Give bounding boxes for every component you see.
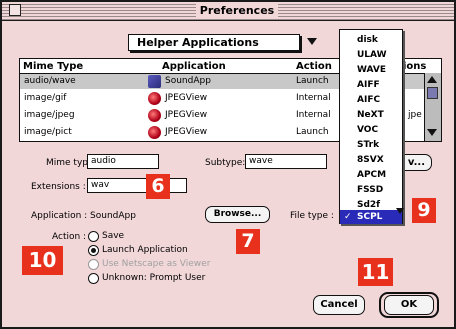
row-app: JPEGView	[165, 93, 208, 103]
radio-unknown-label: Unknown: Prompt User	[102, 273, 206, 283]
column-header-application[interactable]: Application	[162, 61, 226, 72]
category-popup-label: Helper Applications	[137, 36, 259, 49]
menu-item-strk[interactable]: STrk	[340, 138, 402, 152]
row-mime: image/gif	[24, 93, 67, 103]
menu-item-fssd[interactable]: FSSD	[340, 183, 402, 197]
menu-item-wave[interactable]: WAVE	[340, 63, 402, 77]
jpegview-icon	[148, 92, 161, 105]
extensions-field[interactable]: wav	[87, 178, 187, 193]
row-ext: jpe	[408, 110, 422, 120]
callout-7: 7	[236, 229, 260, 254]
row-app: JPEGView	[165, 127, 208, 137]
row-mime: image/jpeg	[24, 110, 75, 120]
row-action: Launch	[296, 127, 329, 137]
menu-item-voc[interactable]: VOC	[340, 123, 402, 137]
menu-item-8svx[interactable]: 8SVX	[340, 153, 402, 167]
window-title: Preferences	[196, 4, 278, 18]
file-type-label: File type :	[290, 211, 334, 221]
callout-6: 6	[146, 174, 170, 199]
radio-save[interactable]	[88, 231, 99, 242]
table-scrollbar[interactable]	[424, 73, 441, 141]
radio-save-label: Save	[102, 231, 125, 241]
menu-item-disk[interactable]: disk	[340, 33, 402, 47]
menu-item-aiff[interactable]: AIFF	[340, 78, 402, 92]
jpegview-icon	[148, 126, 161, 139]
scroll-down-arrow-icon[interactable]	[427, 129, 437, 136]
radio-launch-label: Launch Application	[102, 245, 188, 255]
radio-unknown-prompt[interactable]	[88, 273, 99, 284]
browse-button[interactable]: Browse...	[205, 206, 270, 223]
row-action: Launch	[296, 76, 329, 86]
row-app: SoundApp	[165, 76, 211, 86]
radio-netscape-label: Use Netscape as Viewer	[102, 259, 211, 269]
row-action: Internal	[296, 93, 331, 103]
scroll-thumb[interactable]	[427, 87, 438, 99]
menu-scroll-arrow-icon	[396, 208, 404, 214]
row-mime: image/pict	[24, 127, 72, 137]
file-type-menu[interactable]: disk ULAW WAVE AIFF AIFC NeXT VOC STrk 8…	[339, 29, 403, 224]
mime-type-field[interactable]: audio	[87, 154, 159, 169]
menu-item-aifc[interactable]: AIFC	[340, 93, 402, 107]
column-header-mime-type[interactable]: Mime Type	[23, 61, 83, 72]
cancel-button[interactable]: Cancel	[313, 295, 365, 315]
application-label: Application : SoundApp	[31, 211, 136, 221]
category-popup[interactable]: Helper Applications	[128, 34, 317, 51]
column-header-action[interactable]: Action	[296, 61, 332, 72]
action-label: Action :	[52, 232, 87, 242]
menu-item-apcm[interactable]: APCM	[340, 168, 402, 182]
checkmark-icon: ✓	[344, 212, 352, 222]
callout-10: 10	[22, 246, 63, 275]
menu-item-ulaw[interactable]: ULAW	[340, 48, 402, 62]
subtype-label: Subtype:	[205, 158, 246, 168]
row-mime: audio/wave	[24, 76, 76, 86]
callout-9: 9	[412, 198, 436, 223]
scroll-up-arrow-icon[interactable]	[427, 76, 437, 83]
row-app: JPEGView	[165, 110, 208, 120]
close-box[interactable]	[9, 4, 21, 16]
popup-arrow-icon	[307, 38, 317, 45]
subtype-field[interactable]: wave	[245, 154, 327, 169]
soundapp-icon	[148, 75, 161, 88]
radio-launch-application[interactable]	[88, 245, 99, 256]
ok-button[interactable]: OK	[384, 295, 434, 315]
jpegview-icon	[148, 109, 161, 122]
menu-item-scpl-label: SCPL	[357, 212, 383, 222]
column-header-extensions[interactable]: ions	[403, 61, 426, 72]
row-action: Internal	[296, 110, 331, 120]
callout-11: 11	[358, 258, 393, 286]
menu-item-next[interactable]: NeXT	[340, 108, 402, 122]
radio-use-netscape	[88, 259, 99, 270]
extensions-label: Extensions :	[31, 182, 86, 192]
menu-item-scpl[interactable]: ✓ SCPL	[340, 210, 402, 224]
